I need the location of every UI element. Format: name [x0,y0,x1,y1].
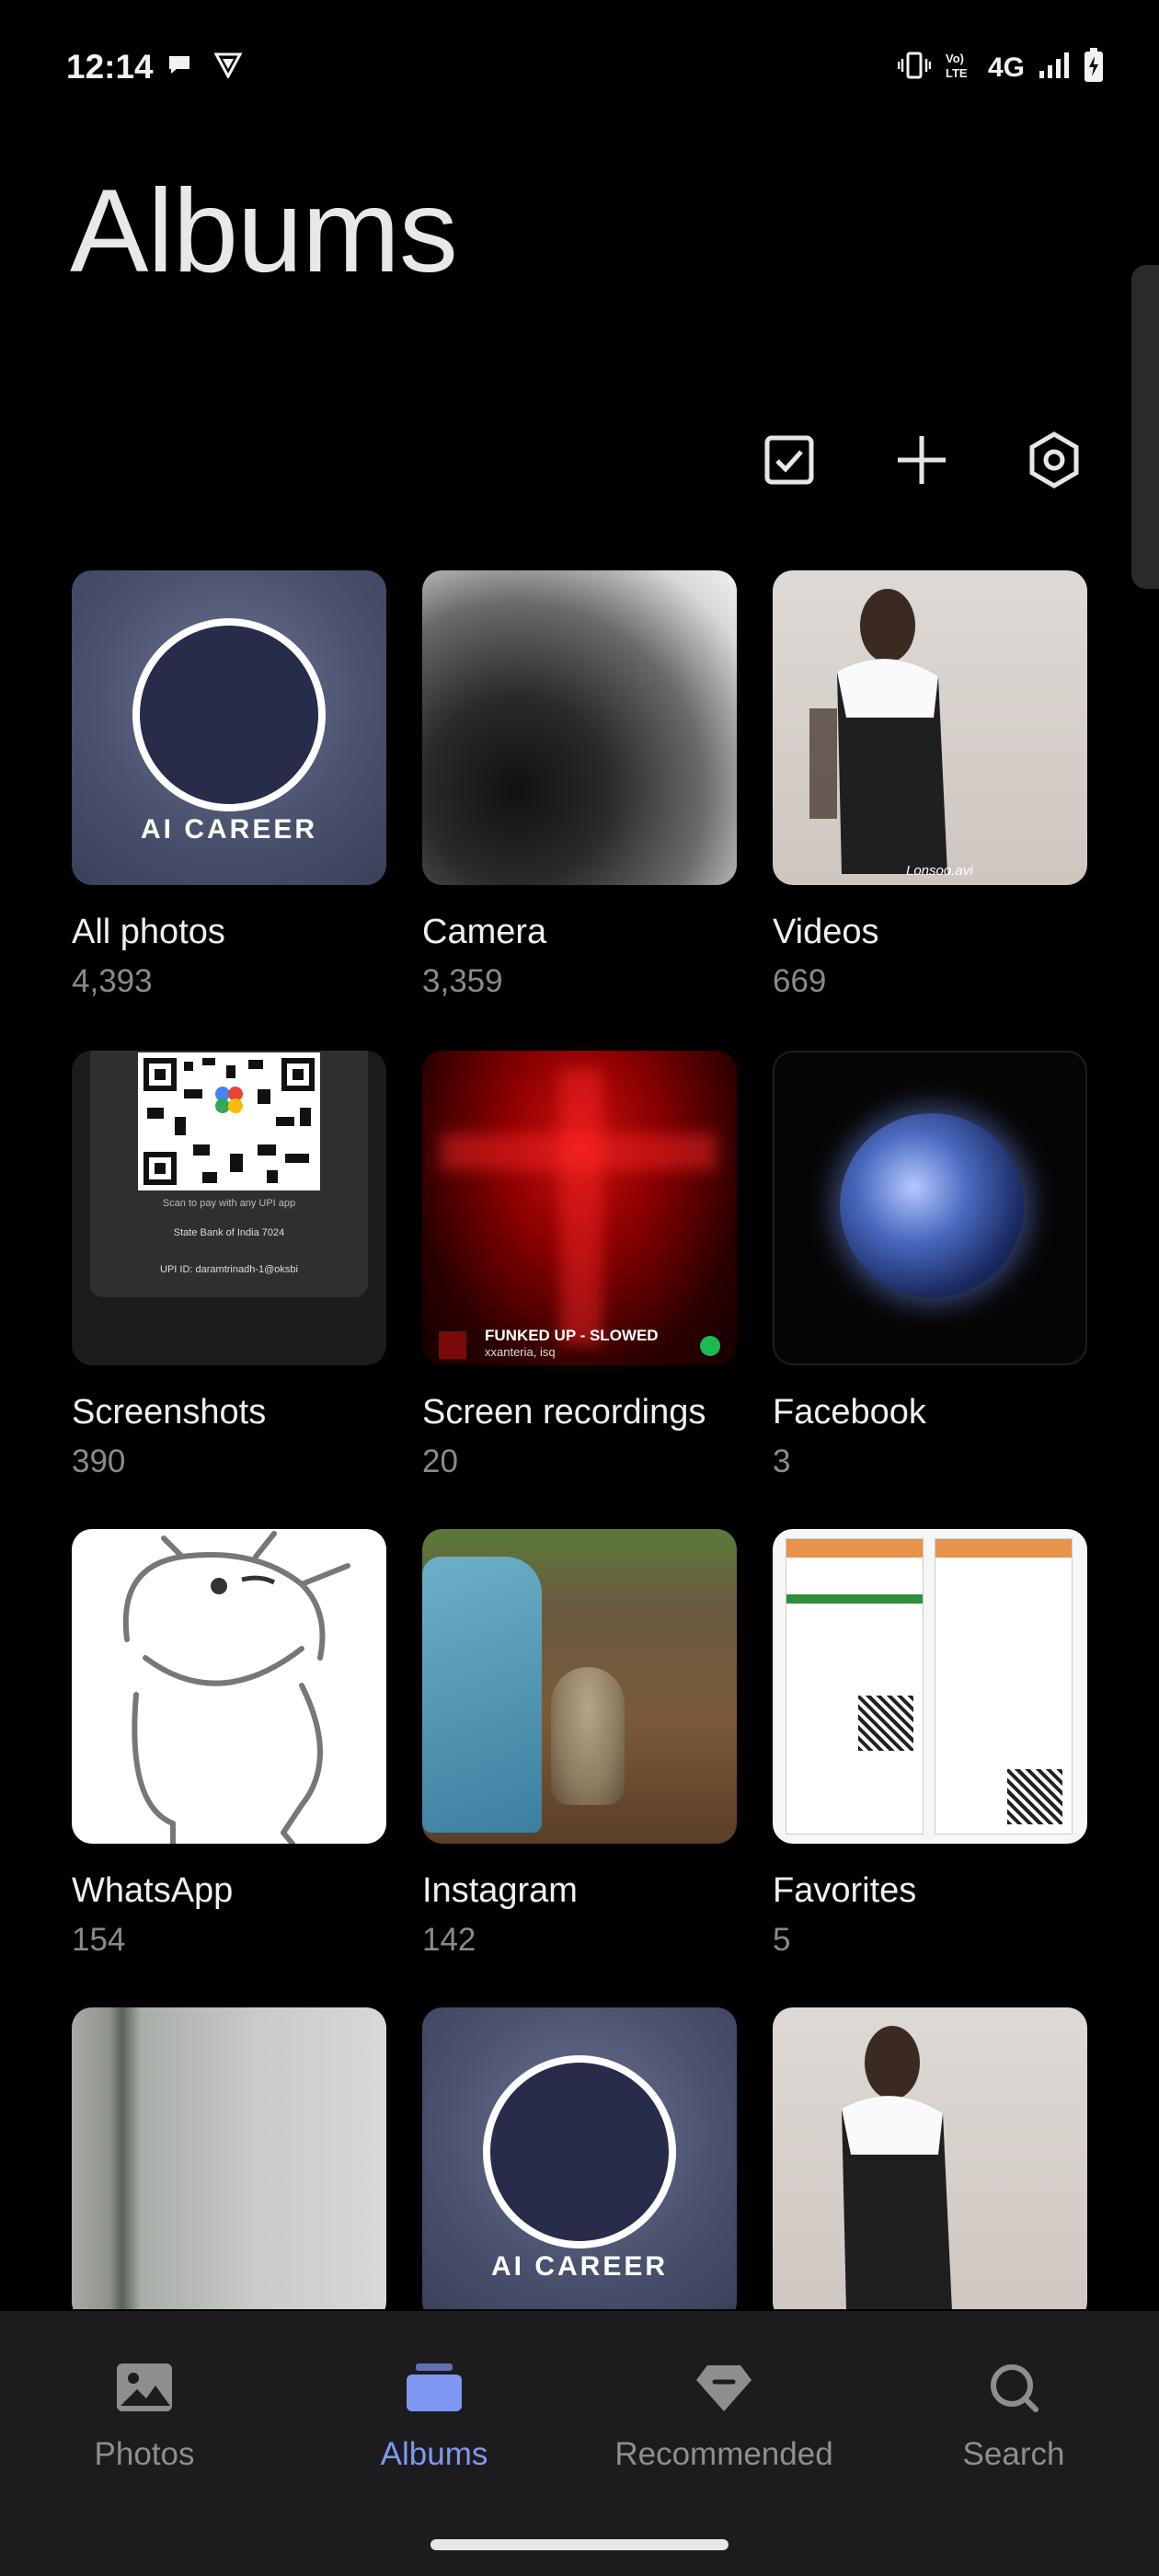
album-screen-recordings[interactable]: FUNKED UP - SLOWED xxanteria, isq Screen… [422,1051,737,1479]
add-icon [894,432,949,492]
video-caption: Lonsoo.avi [906,863,973,879]
album-row4-2[interactable]: AI CAREER [422,2007,737,2309]
album-grid: AI CAREER All photos 4,393 Camera 3,359 … [72,570,1087,2309]
album-count: 20 [422,1443,458,1479]
recording-artist: xxanteria, isq [485,1345,556,1359]
check-icon [700,1336,720,1356]
album-name: Instagram [422,1871,578,1910]
settings-button[interactable] [1016,423,1093,500]
volte-icon: Vo) LTE [944,50,975,86]
album-thumbnail [72,2007,386,2309]
svg-text:Vo): Vo) [946,52,964,65]
page-title: Albums [70,166,458,297]
album-camera[interactable]: Camera 3,359 [422,570,737,999]
battery-charging-icon [1084,48,1104,87]
nav-label: Recommended [614,2436,833,2472]
svg-text:LTE: LTE [946,66,968,80]
album-name: Camera [422,913,547,951]
bottom-navigation: Photos Albums Recommended Search [0,2311,1159,2576]
album-thumbnail: Scan to pay with any UPI app State Bank … [72,1051,386,1365]
album-all-photos[interactable]: AI CAREER All photos 4,393 [72,570,386,999]
album-screenshots[interactable]: Scan to pay with any UPI app State Bank … [72,1051,386,1479]
album-thumbnail: AI CAREER [72,570,386,885]
recording-song-title: FUNKED UP - SLOWED [485,1327,659,1344]
album-name: Favorites [773,1871,917,1910]
album-thumbnail: AI CAREER [422,2007,737,2309]
qr-scan-text: Scan to pay with any UPI app [162,1198,296,1209]
signal-icon [1038,51,1071,85]
album-count: 142 [422,1922,476,1958]
home-indicator[interactable] [430,2539,729,2550]
albums-screen: 12:14 Vo) LTE 4G Albums AI CAREER All ph… [0,0,1159,2576]
album-name: All photos [72,913,225,951]
qr-bank-text: State Bank of India 7024 [173,1227,285,1238]
select-checkbox-icon [762,432,817,492]
album-instagram[interactable]: Instagram 142 [422,1529,737,1958]
album-thumbnail [773,1051,1087,1365]
globe-image [840,1113,1024,1297]
thumbnail-caption: AI CAREER [490,2251,668,2282]
vibrate-icon [897,50,932,86]
id-document-back [935,1538,1073,1834]
album-count: 3,359 [422,963,503,999]
album-count: 3 [773,1443,791,1479]
nav-label: Photos [94,2436,195,2472]
album-row4-1[interactable] [72,2007,386,2309]
album-thumbnail [72,1529,386,1844]
nav-label: Albums [380,2436,488,2472]
album-count: 154 [72,1922,126,1958]
album-thumbnail [773,2007,1087,2309]
album-thumbnail: Lonsoo.avi [773,570,1087,885]
settings-icon [1025,431,1084,494]
ai-career-logo [483,2055,676,2248]
thumbnail-caption: AI CAREER [140,814,317,845]
bag-image [422,1557,542,1833]
add-album-button[interactable] [883,423,960,500]
album-count: 669 [773,963,827,999]
album-row4-3[interactable] [773,2007,1087,2309]
nav-search[interactable]: Search [894,2362,1133,2473]
sketch-drawing [122,1531,350,1844]
album-name: Facebook [773,1393,926,1432]
chat-bubble-icon [166,51,193,83]
album-name: Videos [773,913,879,951]
vpn-shield-icon [213,51,243,83]
album-thumbnail [422,1529,737,1844]
photo-icon [115,2362,174,2418]
album-thumbnail [422,570,737,885]
album-thumbnail [773,1529,1087,1844]
id-document-front [786,1538,924,1834]
album-thumbnail: FUNKED UP - SLOWED xxanteria, isq [422,1051,737,1365]
album-name: WhatsApp [72,1871,234,1910]
album-toolbar [0,423,1159,500]
select-button[interactable] [751,423,828,500]
album-art-icon [439,1331,466,1359]
network-type: 4G [987,52,1025,83]
album-count: 5 [773,1922,791,1958]
albums-icon [405,2362,464,2418]
nav-recommended[interactable]: Recommended [604,2362,843,2473]
status-time: 12:14 [66,48,154,86]
album-facebook[interactable]: Facebook 3 [773,1051,1087,1479]
album-favorites[interactable]: Favorites 5 [773,1529,1087,1958]
diamond-icon [694,2362,753,2418]
album-count: 390 [72,1443,126,1479]
ai-career-logo [132,618,326,811]
upi-qr-card: Scan to pay with any UPI app State Bank … [90,1051,368,1297]
album-whatsapp[interactable]: WhatsApp 154 [72,1529,386,1958]
status-bar: 12:14 Vo) LTE 4G [0,0,1159,138]
nav-label: Search [962,2436,1065,2472]
nav-albums[interactable]: Albums [315,2362,554,2473]
album-name: Screen recordings [422,1393,706,1432]
nav-photos[interactable]: Photos [25,2362,264,2473]
album-count: 4,393 [72,963,153,999]
cat-image [551,1667,625,1805]
search-icon [984,2362,1043,2418]
qr-upi-text: UPI ID: daramtrinadh-1@oksbi [160,1264,298,1275]
album-videos[interactable]: Lonsoo.avi Videos 669 [773,570,1087,999]
album-name: Screenshots [72,1393,267,1432]
